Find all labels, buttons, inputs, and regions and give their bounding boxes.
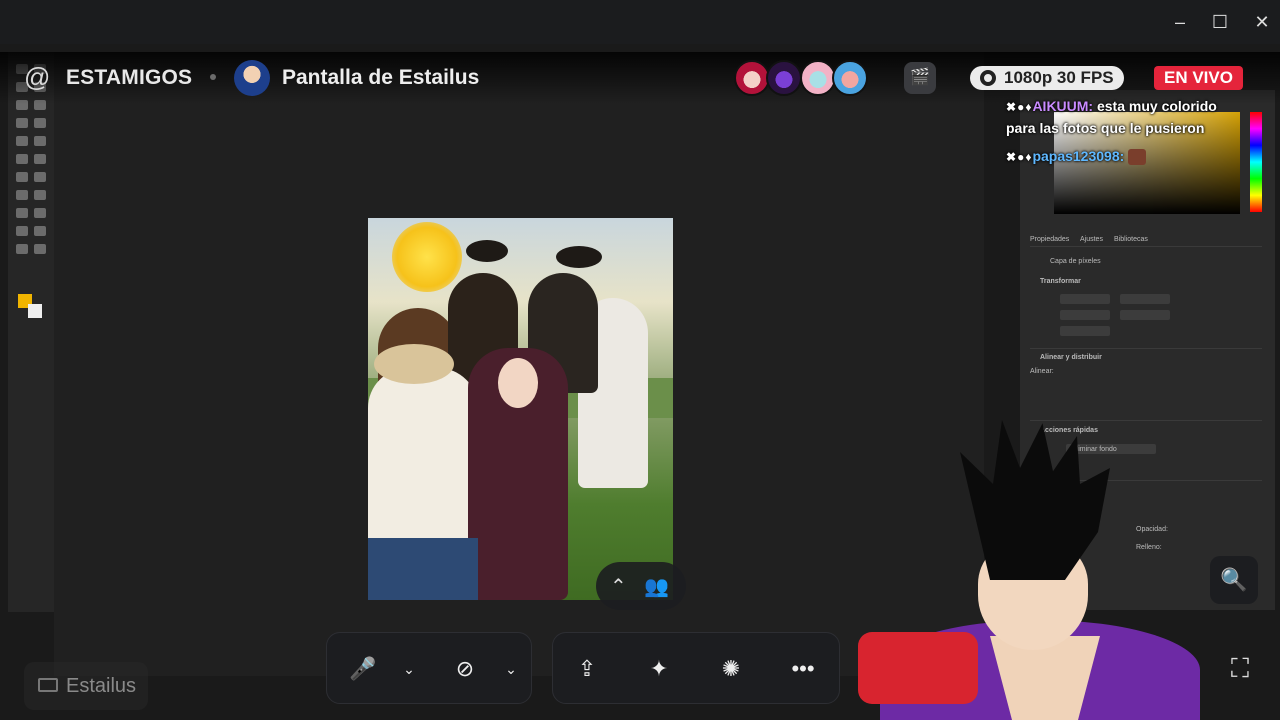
badge-icon: ✖ (1006, 150, 1017, 164)
photoshop-toolbar (8, 52, 54, 612)
microphone-icon[interactable]: 🎤 (343, 649, 383, 689)
viewer-avatar[interactable] (800, 60, 836, 96)
separator-dot (210, 74, 216, 80)
badge-icon: ● (1017, 100, 1025, 114)
opacity-label: Opacidad: (1136, 526, 1168, 533)
badge-icon: ♦ (1025, 150, 1032, 164)
badge-icon: ♦ (1025, 100, 1032, 114)
live-badge: EN VIVO (1154, 66, 1243, 90)
emote-icon (1128, 149, 1147, 166)
chat-username[interactable]: AIKUUM: (1032, 98, 1093, 114)
monitor-icon (38, 678, 58, 692)
remove-background-button[interactable]: Eliminar fondo (1072, 446, 1117, 453)
chevron-up-icon[interactable]: ⌃ (610, 574, 627, 599)
fullscreen-icon[interactable]: ⛶ (1222, 650, 1258, 686)
chat-message: ✖●♦papas123098: (1006, 146, 1240, 168)
stream-quality-badge: 1080p 30 FPS (970, 66, 1124, 90)
eye-icon (980, 70, 996, 86)
maximize-icon[interactable]: ☐ (1208, 10, 1232, 34)
audio-video-controls: 🎤 ⌄ ⊘ ⌄ (326, 632, 532, 704)
viewer-avatar[interactable] (734, 60, 770, 96)
section-transform: Transformar (1040, 278, 1081, 285)
badge-icon: ✖ (1006, 100, 1017, 114)
chevron-down-icon[interactable]: ⌄ (399, 649, 419, 689)
background-color-swatch (28, 304, 42, 318)
chat-overlay: ✖●♦AIKUUM: esta muy colorido para las fo… (1006, 96, 1240, 175)
viewer-avatar[interactable] (832, 60, 868, 96)
window-titlebar: – ☐ ✕ (0, 0, 1280, 44)
section-quick-actions: Acciones rápidas (1040, 427, 1098, 434)
activities-icon[interactable]: ✦ (639, 649, 679, 689)
viewer-avatar[interactable] (766, 60, 802, 96)
self-name: Estailus (66, 675, 137, 697)
activity-controls: ⇪ ✦ ✺ ••• (552, 632, 840, 704)
badge-icon: ● (1017, 150, 1025, 164)
chevron-down-icon[interactable]: ⌄ (501, 649, 521, 689)
disconnect-button[interactable] (858, 632, 978, 704)
minimize-icon[interactable]: – (1168, 10, 1192, 34)
layer-type-label: Capa de píxeles (1050, 258, 1101, 265)
stream-title: Pantalla de Estailus (282, 66, 480, 89)
panel-tab-libraries: Bibliotecas (1114, 236, 1148, 243)
self-name-tag: Estailus (24, 662, 149, 710)
close-icon[interactable]: ✕ (1250, 10, 1274, 34)
participants-icon[interactable]: 👥 (644, 574, 669, 599)
panel-tab-adjustments: Ajustes (1080, 236, 1103, 243)
soundboard-icon[interactable]: ✺ (711, 649, 751, 689)
screen-share-icon[interactable]: ⇪ (567, 649, 607, 689)
chat-username[interactable]: papas123098: (1032, 148, 1124, 164)
align-label: Alinear: (1030, 368, 1054, 375)
panel-tab-properties: Propiedades (1030, 236, 1070, 243)
participants-toggle[interactable]: ⌃ 👥 (596, 562, 686, 610)
at-icon: @ (24, 62, 51, 92)
sun-face (392, 222, 462, 292)
camera-off-icon[interactable]: ⊘ (445, 649, 485, 689)
chat-message: ✖●♦AIKUUM: esta muy colorido para las fo… (1006, 96, 1240, 139)
zoom-in-icon[interactable]: 🔍 (1210, 556, 1258, 604)
fill-label: Relleno: (1136, 544, 1162, 551)
server-name: ESTAMIGOS (66, 66, 193, 89)
more-icon[interactable]: ••• (783, 649, 823, 689)
stream-quality-label: 1080p 30 FPS (1004, 68, 1114, 87)
streamer-avatar[interactable] (234, 60, 270, 96)
clapperboard-icon[interactable]: 🎬 (904, 62, 936, 94)
section-align: Alinear y distribuir (1040, 354, 1102, 361)
color-hue-slider (1250, 112, 1262, 212)
